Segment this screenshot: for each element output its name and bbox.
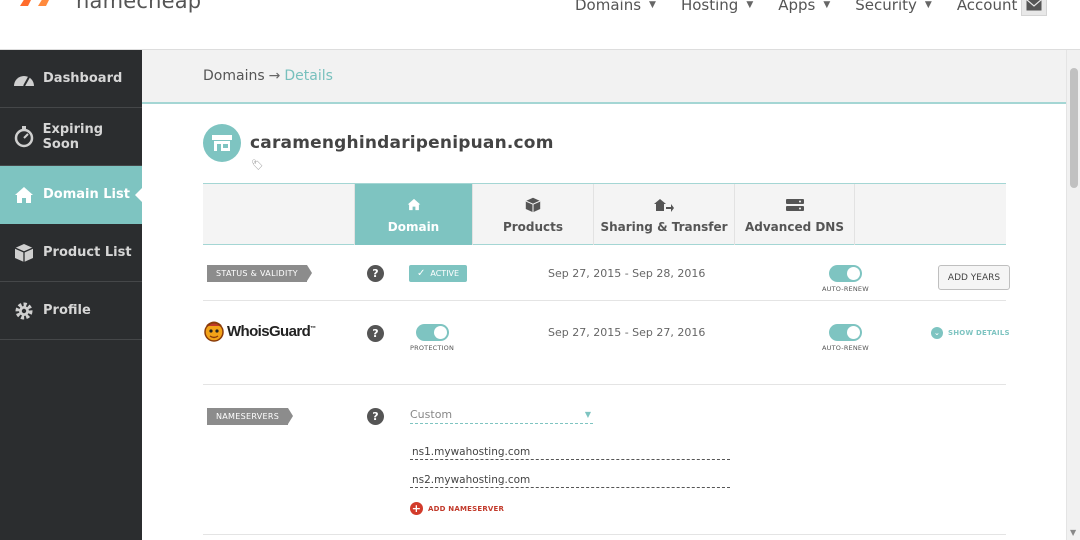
breadcrumb-arrow: → <box>268 68 281 84</box>
tab-domain[interactable]: Domain <box>354 184 472 245</box>
breadcrumb-current: Details <box>284 68 333 84</box>
nav-apps[interactable]: Apps ▼ <box>778 0 830 14</box>
store-icon <box>203 124 241 162</box>
checkmark-icon: ✓ <box>417 268 426 279</box>
sidebar-item-label: Domain List <box>43 187 130 202</box>
add-nameserver-label: ADD NAMESERVER <box>428 504 505 513</box>
whoisguard-wordmark: WhoisGuard™ <box>227 323 316 340</box>
sidebar-item-domain-list[interactable]: Domain List <box>0 166 143 224</box>
whoisguard-name: WhoisGuard <box>227 322 311 340</box>
nameservers-label: NAMESERVERS <box>207 408 294 425</box>
scrollbar-thumb[interactable] <box>1070 68 1078 188</box>
nav-label: Security <box>855 0 917 14</box>
autorenew-caption: AUTO-RENEW <box>822 285 869 293</box>
nameserver-type-select[interactable]: Custom ▼ <box>410 408 593 424</box>
namecheap-logo[interactable]: namecheap <box>18 0 201 16</box>
nav-label: Apps <box>778 0 816 14</box>
status-validity-label: STATUS & VALIDITY <box>207 265 312 282</box>
tab-label: Domain <box>387 219 440 234</box>
status-badge: ✓ ACTIVE <box>409 265 468 282</box>
tab-advanced-dns[interactable]: Advanced DNS <box>734 184 855 245</box>
whoisguard-autorenew-caption: AUTO-RENEW <box>822 344 869 352</box>
tab-products[interactable]: Products <box>472 184 593 245</box>
server-icon <box>785 196 804 214</box>
brand-name: namecheap <box>76 0 202 13</box>
show-details-link[interactable]: ⌄ SHOW DETAILS <box>931 327 1010 339</box>
breadcrumb: Domains → Details <box>142 50 1066 104</box>
protection-caption: PROTECTION <box>410 344 455 352</box>
page-scrollbar[interactable]: ▼ <box>1066 50 1080 540</box>
main-nav: Domains ▼ Hosting ▼ Apps ▼ Security ▼ Accoun… <box>575 0 1057 14</box>
tag-icon[interactable]: 🏷 <box>251 160 264 171</box>
show-details-label: SHOW DETAILS <box>948 329 1010 337</box>
caret-down-icon: ▼ <box>924 0 932 10</box>
nameservers-row <box>203 385 1006 535</box>
add-years-button[interactable]: ADD YEARS <box>938 265 1010 290</box>
dropdown-arrow-icon: ▼ <box>584 410 591 419</box>
namecheap-n-icon <box>20 0 49 6</box>
chevron-down-icon: ⌄ <box>931 327 943 339</box>
caret-down-icon: ▼ <box>823 0 831 10</box>
domain-name-title: caramenghindaripenipuan.com <box>250 133 554 153</box>
nav-label: Domains <box>575 0 642 14</box>
nameserver-1-input[interactable] <box>410 444 730 460</box>
whoisguard-dates: Sep 27, 2015 - Sep 27, 2016 <box>548 326 706 339</box>
speedometer-icon <box>13 68 35 90</box>
sidebar-item-label: Expiring Soon <box>42 121 104 152</box>
sidebar-item-label: Dashboard <box>43 71 123 86</box>
trademark-symbol: ™ <box>310 325 316 332</box>
nav-label: Account <box>956 0 1018 14</box>
nav-domains[interactable]: Domains ▼ <box>575 0 656 14</box>
sidebar: Dashboard Expiring Soon Domain List Prod… <box>0 50 143 540</box>
messages-button[interactable] <box>1021 0 1047 16</box>
tab-label: Products <box>502 219 564 234</box>
envelope-icon <box>1026 0 1042 11</box>
status-text: ACTIVE <box>430 269 460 278</box>
sidebar-item-expiring-soon[interactable]: Expiring Soon <box>0 108 142 166</box>
caret-down-icon: ▼ <box>649 0 656 10</box>
home-icon <box>13 184 35 206</box>
add-nameserver-button[interactable]: + ADD NAMESERVER <box>410 502 504 515</box>
home-icon <box>407 196 421 214</box>
caret-down-icon: ▼ <box>746 0 754 10</box>
whoisguard-row <box>203 301 1006 385</box>
box-icon <box>13 242 35 264</box>
stopwatch-icon <box>13 125 35 148</box>
nameserver-type-value: Custom <box>410 408 453 421</box>
status-help-icon[interactable]: ? <box>367 265 384 282</box>
tab-sharing-transfer[interactable]: Sharing & Transfer <box>593 184 734 245</box>
sidebar-item-profile[interactable]: Profile <box>0 282 142 340</box>
sidebar-item-dashboard[interactable]: Dashboard <box>0 50 142 108</box>
nameservers-help-icon[interactable]: ? <box>367 408 384 425</box>
share-icon <box>654 196 674 214</box>
domain-header: caramenghindaripenipuan.com <box>203 124 554 162</box>
whoisguard-autorenew-toggle[interactable] <box>829 324 862 341</box>
nav-security[interactable]: Security ▼ <box>855 0 932 14</box>
box-icon <box>525 196 541 214</box>
sidebar-item-label: Product List <box>43 245 132 260</box>
validity-dates: Sep 27, 2015 - Sep 28, 2016 <box>548 267 706 280</box>
tab-label: Advanced DNS <box>744 219 844 234</box>
whoisguard-mascot-icon <box>204 321 224 342</box>
plus-icon: + <box>410 502 423 515</box>
scroll-down-arrow-icon[interactable]: ▼ <box>1070 528 1076 537</box>
sidebar-item-product-list[interactable]: Product List <box>0 224 142 282</box>
top-navigation-bar: namecheap Domains ▼ Hosting ▼ Apps ▼ Securi… <box>0 0 1080 50</box>
gear-icon <box>13 300 35 322</box>
tab-label: Sharing & Transfer <box>600 219 728 234</box>
nav-hosting[interactable]: Hosting ▼ <box>681 0 753 14</box>
sidebar-item-label: Profile <box>43 303 91 318</box>
protection-toggle[interactable] <box>416 324 449 341</box>
nameserver-2-input[interactable] <box>410 472 730 488</box>
whoisguard-help-icon[interactable]: ? <box>367 325 384 342</box>
whoisguard-logo: WhoisGuard™ <box>203 320 316 342</box>
domain-tabs: Domain Products Sharing & Transfer Advan… <box>203 183 1006 245</box>
autorenew-toggle[interactable] <box>829 265 862 282</box>
breadcrumb-domains-link[interactable]: Domains <box>203 68 265 84</box>
nav-label: Hosting <box>680 0 739 14</box>
